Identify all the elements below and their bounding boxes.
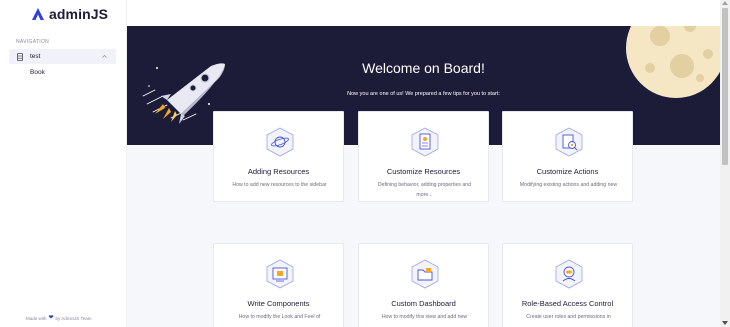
card-customize-actions[interactable]: Customize Actions Modifying existing act… (502, 111, 633, 202)
sidebar: adminJS NAVIGATION test Book Made with ❤… (0, 0, 127, 327)
card-title: Customize Actions (536, 167, 599, 176)
card-description: Defining behavior, adding properties and… (377, 182, 472, 198)
card-title: Write Components (247, 299, 310, 308)
card-customize-resources[interactable]: Customize Resources Defining behavior, a… (358, 111, 489, 202)
sidebar-item-book[interactable]: Book (30, 69, 45, 76)
document-icon (411, 127, 439, 157)
page-scrollbar[interactable] (720, 0, 730, 327)
moon-illustration (626, 26, 720, 98)
card-title: Customize Resources (386, 167, 461, 176)
navigation-heading: NAVIGATION (16, 39, 50, 45)
magnifier-document-icon (555, 127, 583, 157)
brand-name: adminJS (49, 6, 109, 22)
card-description: How to modify the Look and Feel of (238, 314, 321, 320)
card-write-components[interactable]: Write Components How to modify the Look … (213, 243, 344, 327)
card-description: How to add new resources to the sidebar (232, 182, 327, 188)
card-description: Create user roles and permissions in (526, 314, 611, 320)
heart-icon: ❤ (48, 315, 54, 321)
card-role-based-access-control[interactable]: Role-Based Access Control Create user ro… (502, 243, 633, 327)
scroll-up-arrow-icon[interactable] (722, 1, 728, 5)
astronaut-icon (555, 259, 583, 289)
scroll-thumb[interactable] (722, 8, 728, 165)
card-description: Modifying existing actions and adding ne… (519, 182, 618, 188)
sidebar-footer: Made with ❤ by AdminJS Team (26, 315, 91, 321)
database-icon (17, 52, 23, 61)
components-icon (266, 259, 294, 289)
card-description: How to modify this view and add new (381, 314, 468, 320)
card-title: Custom Dashboard (391, 299, 456, 308)
card-custom-dashboard[interactable]: Custom Dashboard How to modify this view… (358, 243, 489, 327)
scroll-down-arrow-icon[interactable] (722, 321, 728, 325)
dashboard-main: Welcome on Board! Now you are one of us!… (127, 26, 720, 327)
folder-icon (411, 259, 439, 289)
sidebar-group-test[interactable]: test (9, 49, 116, 64)
card-adding-resources[interactable]: Adding Resources How to add new resource… (213, 111, 344, 202)
top-bar (127, 0, 720, 26)
footer-suffix: by AdminJS Team (55, 315, 92, 321)
chevron-up-icon[interactable] (102, 54, 107, 59)
card-title: Role-Based Access Control (521, 299, 614, 308)
brand-logo[interactable]: adminJS (31, 6, 108, 22)
card-title: Adding Resources (247, 167, 310, 176)
footer-prefix: Made with (26, 315, 47, 321)
sidebar-group-label: test (30, 53, 41, 60)
adminjs-logo-icon (32, 8, 44, 20)
planet-icon (266, 127, 294, 157)
